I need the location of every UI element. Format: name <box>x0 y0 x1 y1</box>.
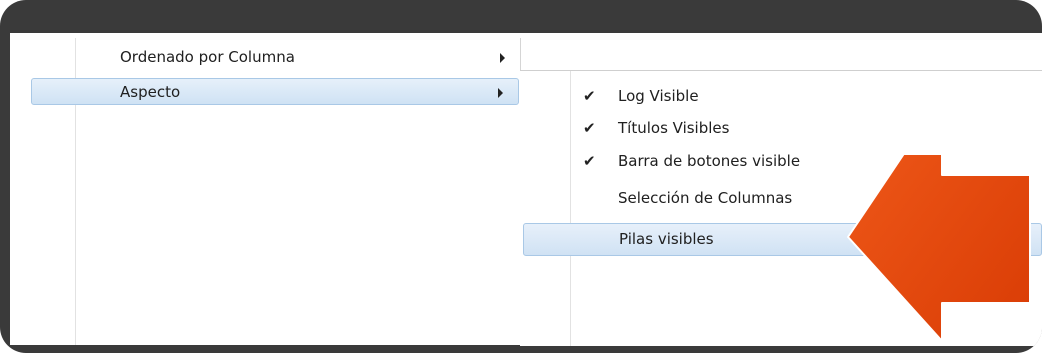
menu-item-label: Ordenado por Columna <box>120 48 295 66</box>
checkmark-icon: ✔ <box>583 152 596 170</box>
menu-item-ordenado-por-columna[interactable]: Ordenado por Columna <box>23 44 520 71</box>
submenu-item-label: Barra de botones visible <box>618 152 801 170</box>
submenu-item-pilas-visibles[interactable]: Pilas visibles <box>523 223 1042 256</box>
submenu-item-titulos-visibles[interactable]: ✔ Títulos Visibles <box>520 113 1042 144</box>
checkmark-icon: ✔ <box>583 87 596 105</box>
submenu-item-barra-de-botones-visible[interactable]: ✔ Barra de botones visible <box>520 146 1042 177</box>
submenu-item-label: Log Visible <box>618 87 699 105</box>
menu-item-aspecto[interactable]: Aspecto <box>31 78 519 105</box>
submenu-arrow-icon <box>498 88 503 98</box>
submenu-item-label: Títulos Visibles <box>618 119 730 137</box>
menu-item-label: Aspecto <box>120 83 181 101</box>
checkmark-icon: ✔ <box>583 119 596 137</box>
submenu-item-label: Pilas visibles <box>619 230 714 248</box>
submenu-item-label: Selección de Columnas <box>618 189 793 207</box>
context-menu: Ordenado por Columna Aspecto <box>23 38 521 345</box>
submenu-arrow-icon <box>500 53 505 63</box>
screenshot-frame: Ordenado por Columna Aspecto ✔ Log Visib… <box>0 0 1042 353</box>
submenu-item-seleccion-de-columnas[interactable]: Selección de Columnas <box>520 183 1042 214</box>
submenu-item-log-visible[interactable]: ✔ Log Visible <box>520 81 1042 112</box>
aspecto-submenu: ✔ Log Visible ✔ Títulos Visibles ✔ Barra… <box>520 70 1042 346</box>
